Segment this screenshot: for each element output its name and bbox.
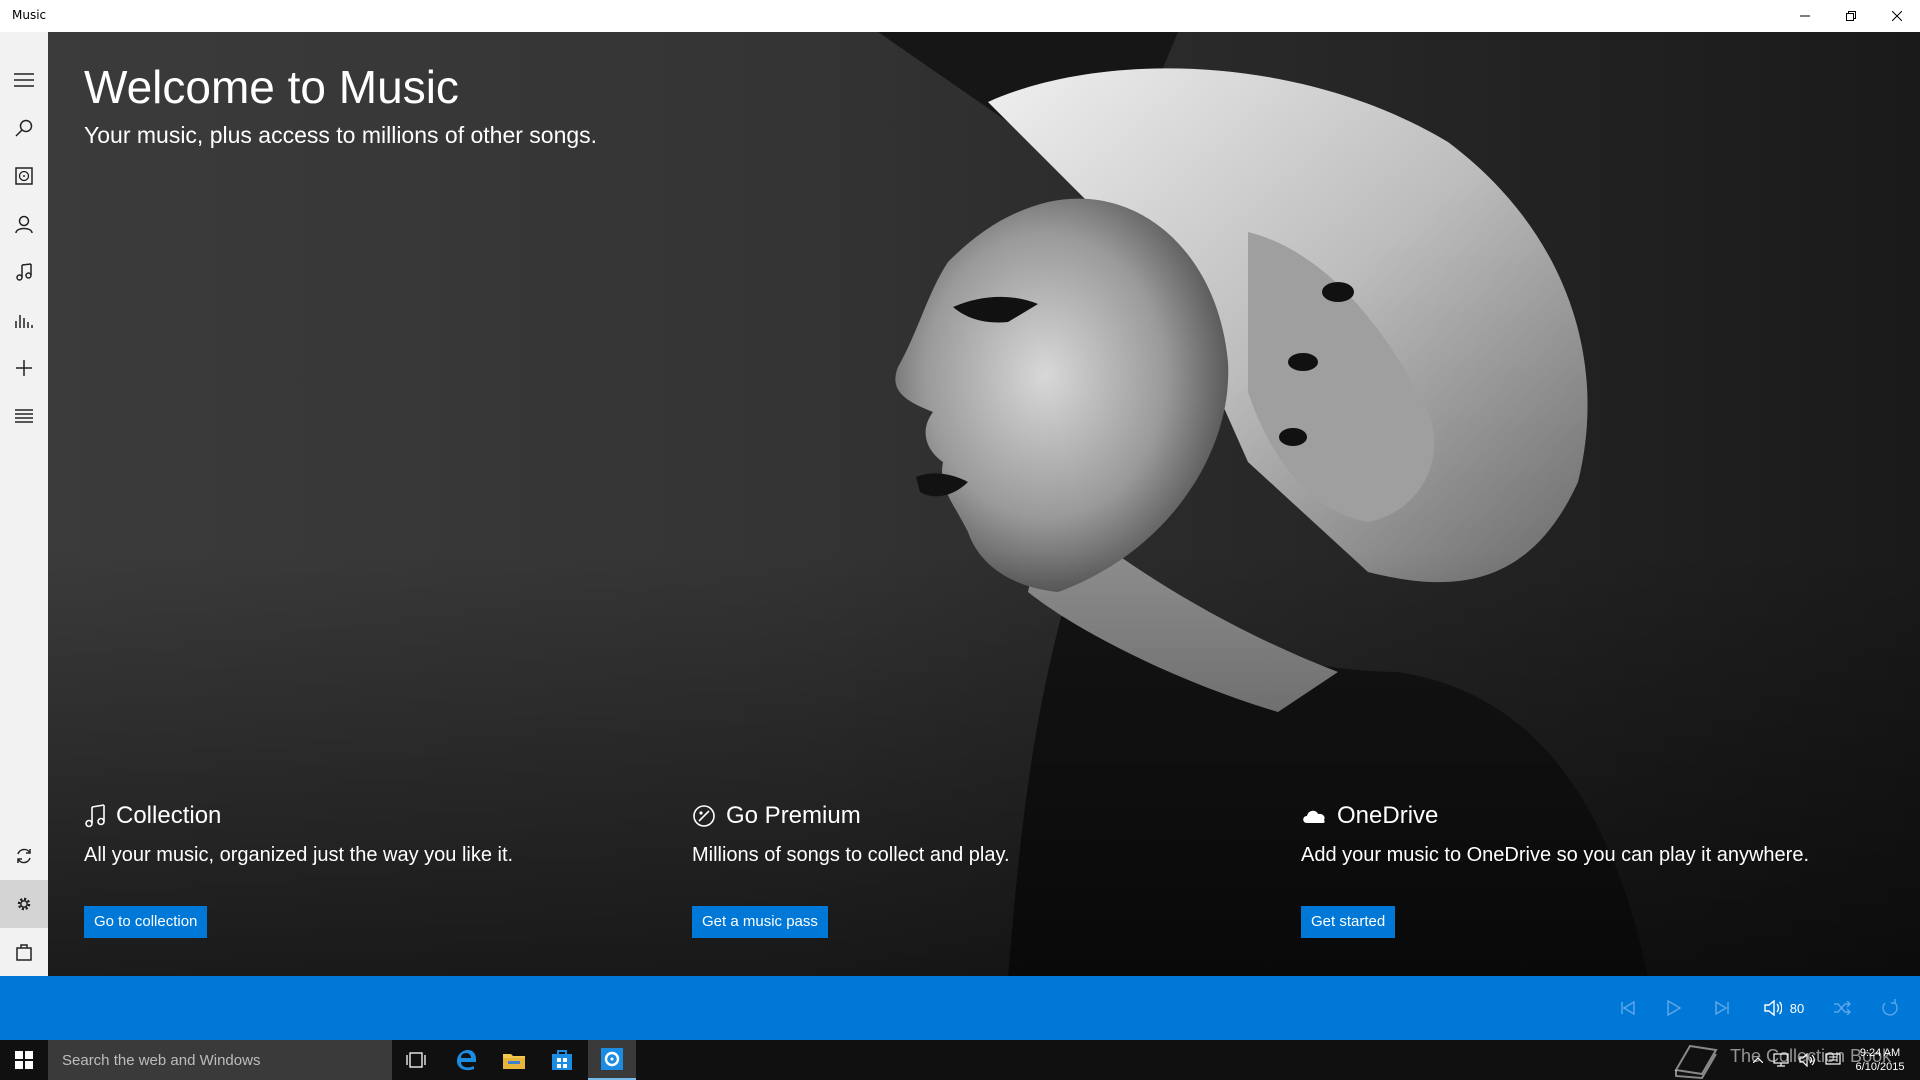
- app-title: Music: [12, 8, 47, 22]
- previous-track-button[interactable]: [1616, 996, 1640, 1020]
- music-note-icon: [85, 804, 105, 828]
- new-playlist-icon: [16, 360, 32, 376]
- taskbar-search-box[interactable]: [48, 1040, 392, 1080]
- page-title: Welcome to Music: [84, 61, 459, 113]
- new-playlist-button[interactable]: [0, 344, 48, 392]
- go-premium-card: Go Premium Millions of songs to collect …: [692, 802, 1252, 976]
- get-music-pass-button[interactable]: Get a music pass: [692, 906, 828, 938]
- player-bar: 80: [0, 976, 1920, 1040]
- next-track-icon: [1715, 1001, 1729, 1015]
- file-explorer-icon: [503, 1054, 525, 1069]
- minimize-icon: [1800, 15, 1810, 17]
- book-watermark-icon: [1674, 1044, 1718, 1080]
- volume-level: 80: [1789, 1000, 1805, 1016]
- hamburger-menu-button[interactable]: [0, 56, 48, 104]
- edge-browser-icon: [457, 1050, 476, 1071]
- playlists-icon: [15, 409, 33, 423]
- sidebar-item-albums[interactable]: [0, 152, 48, 200]
- albums-icon: [15, 167, 33, 185]
- store-button[interactable]: [0, 928, 48, 976]
- get-started-button[interactable]: Get started: [1301, 906, 1396, 938]
- now-playing-icon: [15, 315, 33, 328]
- onedrive-card: OneDrive Add your music to OneDrive so y…: [1301, 802, 1861, 976]
- store-icon: [16, 944, 32, 961]
- collection-title-text: Collection: [116, 802, 222, 829]
- repeat-button[interactable]: [1878, 996, 1902, 1020]
- collection-description: All your music, organized just the way y…: [84, 844, 514, 866]
- sidebar: [0, 32, 48, 976]
- next-track-button[interactable]: [1710, 996, 1734, 1020]
- task-view-button[interactable]: [392, 1040, 440, 1080]
- task-view-icon: [406, 1052, 426, 1068]
- search-icon: [15, 119, 33, 137]
- sync-icon: [17, 848, 31, 864]
- windows-logo-icon: [15, 1051, 33, 1069]
- onedrive-title-text: OneDrive: [1337, 802, 1439, 829]
- previous-track-icon: [1621, 1001, 1635, 1015]
- main-content: Welcome to Music Your music, plus access…: [48, 32, 1920, 976]
- restore-button[interactable]: [1828, 0, 1874, 32]
- sync-button[interactable]: [0, 832, 48, 880]
- hamburger-menu-icon: [14, 73, 34, 87]
- go-premium-title-text: Go Premium: [726, 802, 861, 829]
- go-premium-icon: [693, 805, 715, 827]
- sidebar-item-artists[interactable]: [0, 200, 48, 248]
- shuffle-icon: [1834, 1001, 1851, 1015]
- repeat-icon: [1882, 999, 1898, 1016]
- go-to-collection-button[interactable]: Go to collection: [84, 906, 208, 938]
- taskbar-search-input[interactable]: [60, 1050, 384, 1070]
- play-button[interactable]: [1662, 996, 1686, 1020]
- artists-icon: [15, 215, 33, 233]
- taskbar-file-explorer-button[interactable]: [490, 1040, 538, 1080]
- page-subtitle: Your music, plus access to millions of o…: [84, 122, 598, 148]
- taskbar-music-button[interactable]: [588, 1040, 636, 1080]
- sidebar-item-songs[interactable]: [0, 248, 48, 296]
- volume-icon: [1764, 1000, 1782, 1016]
- windows-store-icon: [552, 1050, 572, 1070]
- restore-icon: [1846, 11, 1856, 21]
- songs-icon: [16, 263, 32, 281]
- collection-card: Collection All your music, organized jus…: [84, 802, 644, 976]
- settings-button[interactable]: [0, 880, 48, 928]
- sidebar-item-now-playing[interactable]: [0, 296, 48, 344]
- groove-music-icon: [601, 1048, 623, 1070]
- close-button[interactable]: [1874, 0, 1920, 32]
- onedrive-description: Add your music to OneDrive so you can pl…: [1301, 844, 1810, 866]
- collection-card-title: Collection: [84, 802, 221, 830]
- close-icon: [1892, 11, 1902, 21]
- go-premium-card-title: Go Premium: [692, 802, 861, 830]
- go-premium-description: Millions of songs to collect and play.: [692, 844, 1010, 866]
- shuffle-button[interactable]: [1830, 996, 1854, 1020]
- settings-icon: [17, 897, 31, 911]
- play-icon: [1667, 1000, 1681, 1016]
- watermark-text: The Collection Book: [1730, 1046, 1892, 1066]
- start-button[interactable]: [0, 1040, 48, 1080]
- onedrive-card-title: OneDrive: [1301, 802, 1438, 830]
- taskbar-store-button[interactable]: [538, 1040, 586, 1080]
- minimize-button[interactable]: [1782, 0, 1828, 32]
- sidebar-item-playlists[interactable]: [0, 392, 48, 440]
- taskbar-edge-button[interactable]: [442, 1040, 490, 1080]
- onedrive-cloud-icon: [1303, 810, 1325, 823]
- taskbar: 9:24 AM 6/10/2015 The Collection Book: [0, 1040, 1920, 1080]
- title-bar: Music: [0, 0, 1920, 32]
- search-button[interactable]: [0, 104, 48, 152]
- volume-button[interactable]: 80: [1756, 996, 1812, 1020]
